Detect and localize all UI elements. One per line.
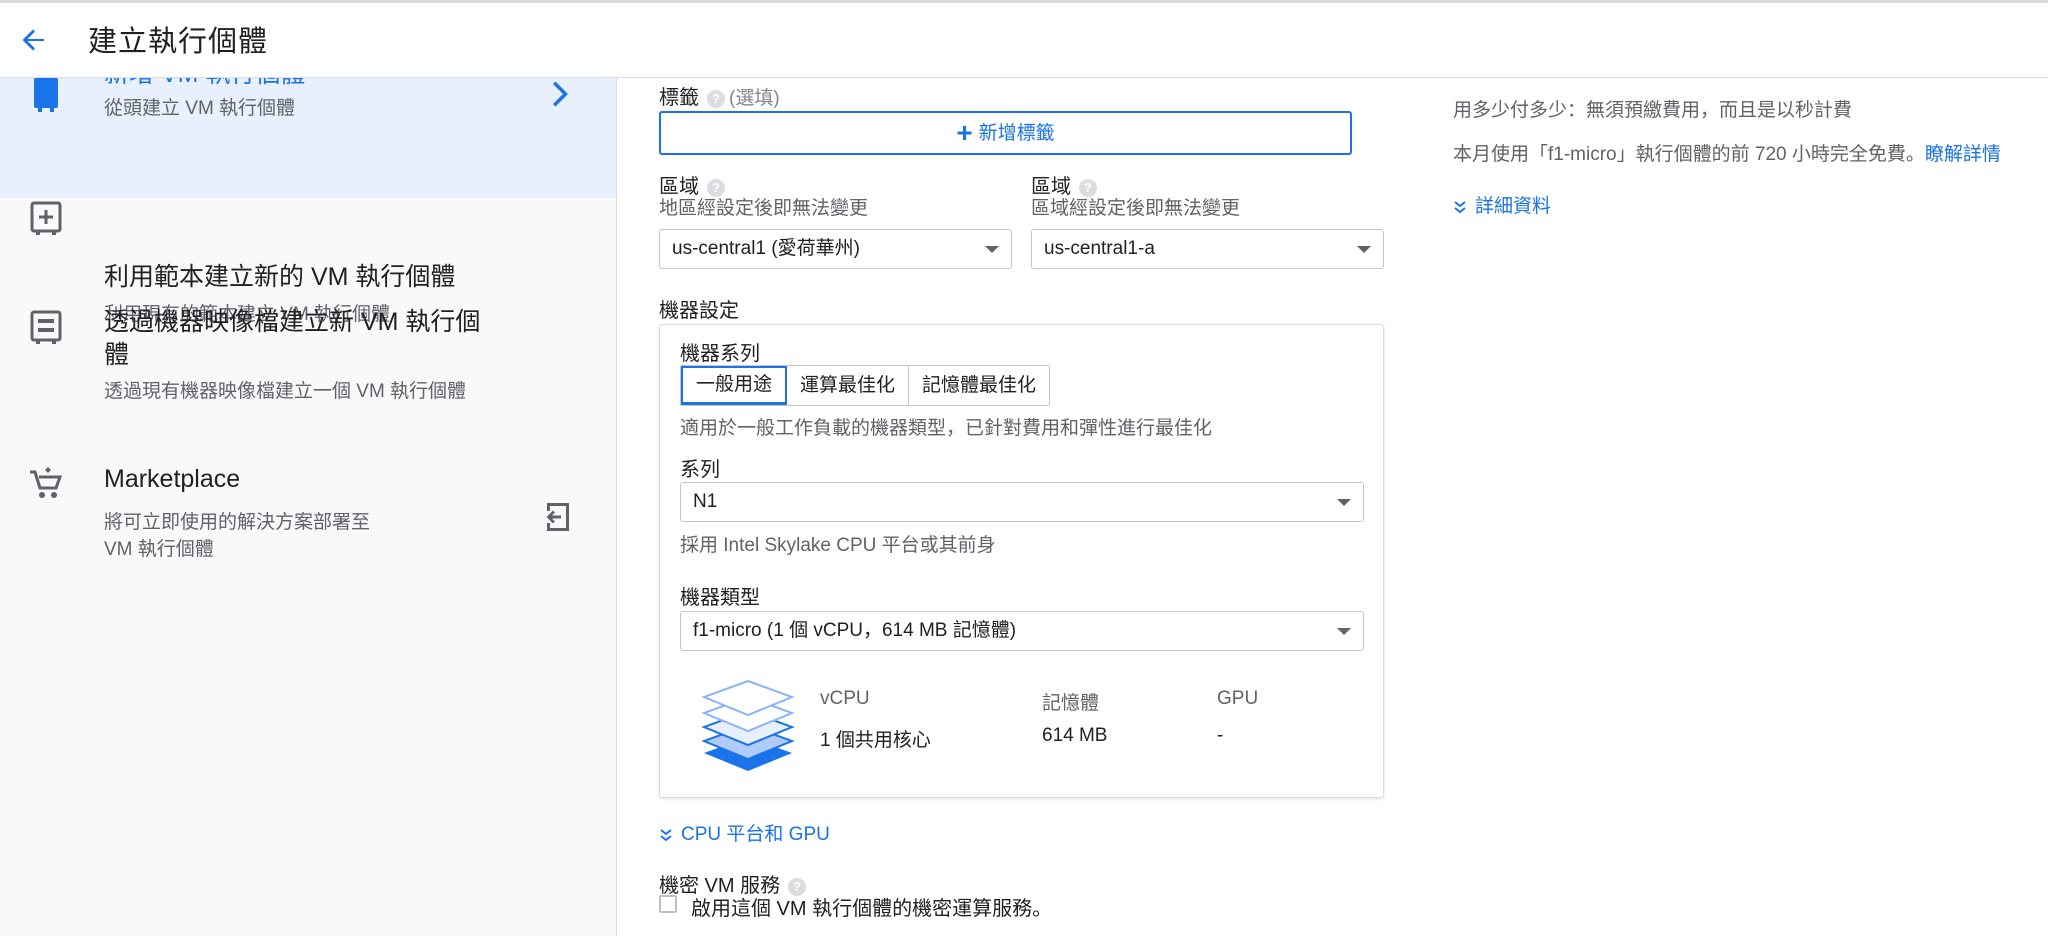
zone-hint: 區域經設定後即無法變更 xyxy=(1031,198,1241,219)
learn-more-link[interactable]: 瞭解詳情 xyxy=(1925,144,2001,165)
details-expander[interactable]: 詳細資料 xyxy=(1453,191,1551,218)
confidential-vm-checkbox[interactable] xyxy=(659,895,677,913)
chevron-right-icon xyxy=(553,81,568,107)
sidebar-item-subtitle: 將可立即使用的解決方案部署至 VM 執行個體 xyxy=(104,512,371,560)
pricing-line-2: 本月使用「f1-micro」執行個體的前 720 小時完全免費。瞭解詳情 xyxy=(1453,139,2001,166)
cpu-gpu-expander[interactable]: CPU 平台和 GPU xyxy=(659,819,830,846)
page-title: 建立執行個體 xyxy=(88,26,269,58)
optional-hint: (選填) xyxy=(729,88,780,109)
spec-value-memory: 614 MB xyxy=(1042,725,1108,746)
series-label: 系列 xyxy=(680,459,720,481)
labels-title: 標籤 xyxy=(659,87,699,109)
double-chevron-down-icon xyxy=(1454,201,1466,214)
machine-image-icon xyxy=(30,310,62,344)
double-chevron-down-icon xyxy=(660,829,672,842)
top-app-bar: 建立執行個體 xyxy=(0,0,2048,78)
machine-stack-icon xyxy=(701,679,795,771)
create-instance-form: 標籤? (選填) + 新增標籤 區域? 地區經設定後即無法變更 us-central… xyxy=(617,78,1417,936)
sidebar-item-title: 新增 VM 執行個體 xyxy=(104,78,504,91)
region-hint: 地區經設定後即無法變更 xyxy=(659,198,869,219)
sidebar-item-subtitle: 透過現有機器映像檔建立一個 VM 執行個體 xyxy=(104,381,467,402)
series-select-value: N1 xyxy=(693,491,718,512)
zone-select-value: us-central1-a xyxy=(1044,238,1155,259)
dropdown-arrow-icon xyxy=(985,246,999,253)
machine-family-description: 適用於一般工作負載的機器類型，已針對費用和彈性進行最佳化 xyxy=(680,418,1213,439)
spec-value-vcpu: 1 個共用核心 xyxy=(820,730,931,751)
confidential-vm-checkbox-label[interactable]: 啟用這個 VM 執行個體的機密運算服務。 xyxy=(691,892,1052,921)
add-label-text: 新增標籤 xyxy=(978,123,1055,144)
dropdown-arrow-icon xyxy=(1337,628,1351,635)
tab-general-purpose[interactable]: 一般用途 xyxy=(681,366,788,405)
series-description: 採用 Intel Skylake CPU 平台或其前身 xyxy=(680,535,996,556)
machine-family-label: 機器系列 xyxy=(680,343,760,365)
region-select[interactable]: us-central1 (愛荷華州) xyxy=(659,229,1012,269)
spec-value-gpu: - xyxy=(1217,725,1224,746)
cart-icon xyxy=(30,467,63,498)
details-label: 詳細資料 xyxy=(1475,196,1552,217)
machine-type-select-value: f1-micro (1 個 vCPU，614 MB 記憶體) xyxy=(693,620,1017,641)
top-shadow xyxy=(0,0,2048,3)
sidebar-item-from-template[interactable]: 利用範本建立新的 VM 執行個體 利用現有的範本建立 VM 執行個體 xyxy=(0,181,616,325)
exit-to-app-icon xyxy=(546,503,569,531)
help-icon[interactable]: ? xyxy=(707,89,725,108)
zone-select[interactable]: us-central1-a xyxy=(1031,229,1384,269)
machine-family-tabs: 一般用途 運算最佳化 記憶體最佳化 xyxy=(680,365,1051,406)
tab-memory-optimized[interactable]: 記憶體最佳化 xyxy=(909,366,1050,405)
machine-type-select[interactable]: f1-micro (1 個 vCPU，614 MB 記憶體) xyxy=(680,611,1364,651)
dropdown-arrow-icon xyxy=(1337,499,1351,506)
creation-options-sidebar: 新增 VM 執行個體 從頭建立 VM 執行個體 利用範本建立新的 VM 執行個體… xyxy=(0,78,617,936)
machine-config-title: 機器設定 xyxy=(659,300,739,322)
arrow-back-icon[interactable] xyxy=(14,20,54,60)
region-select-value: us-central1 (愛荷華州) xyxy=(672,238,860,259)
machine-type-label: 機器類型 xyxy=(680,587,760,609)
pricing-panel: 用多少付多少：無須預繳費用，而且是以秒計費 本月使用「f1-micro」執行個體… xyxy=(1453,78,2048,936)
dropdown-arrow-icon xyxy=(1357,246,1371,253)
machine-config-card: 機器系列 一般用途 運算最佳化 記憶體最佳化 適用於一般工作負載的機器類型，已針… xyxy=(659,324,1384,798)
sidebar-item-title: 透過機器映像檔建立新 VM 執行個體 xyxy=(104,308,481,369)
sidebar-item-from-machine-image[interactable]: 透過機器映像檔建立新 VM 執行個體 透過現有機器映像檔建立一個 VM 執行個體 xyxy=(0,298,616,458)
sidebar-item-title: Marketplace xyxy=(104,465,241,493)
spec-header-gpu: GPU xyxy=(1217,688,1259,709)
tab-compute-optimized[interactable]: 運算最佳化 xyxy=(787,366,910,405)
template-add-icon xyxy=(30,201,62,235)
cpu-gpu-expander-label: CPU 平台和 GPU xyxy=(681,824,830,845)
sidebar-item-subtitle: 從頭建立 VM 執行個體 xyxy=(104,98,296,119)
plus-icon: + xyxy=(956,117,973,148)
sidebar-item-new-vm[interactable]: 新增 VM 執行個體 從頭建立 VM 執行個體 xyxy=(0,78,616,198)
sidebar-item-title: 利用範本建立新的 VM 執行個體 xyxy=(104,263,456,291)
spec-header-vcpu: vCPU xyxy=(820,688,870,709)
labels-section-title: 標籤? (選填) xyxy=(659,81,780,110)
new-vm-icon xyxy=(34,78,58,112)
pricing-line-1: 用多少付多少：無須預繳費用，而且是以秒計費 xyxy=(1453,100,1853,121)
sidebar-item-marketplace[interactable]: Marketplace 將可立即使用的解決方案部署至 VM 執行個體 xyxy=(0,461,616,601)
add-label-button[interactable]: + 新增標籤 xyxy=(659,111,1352,155)
series-select[interactable]: N1 xyxy=(680,482,1364,522)
pricing-line-2-text: 本月使用「f1-micro」執行個體的前 720 小時完全免費。 xyxy=(1453,144,1925,165)
spec-header-memory: 記憶體 xyxy=(1042,693,1100,714)
